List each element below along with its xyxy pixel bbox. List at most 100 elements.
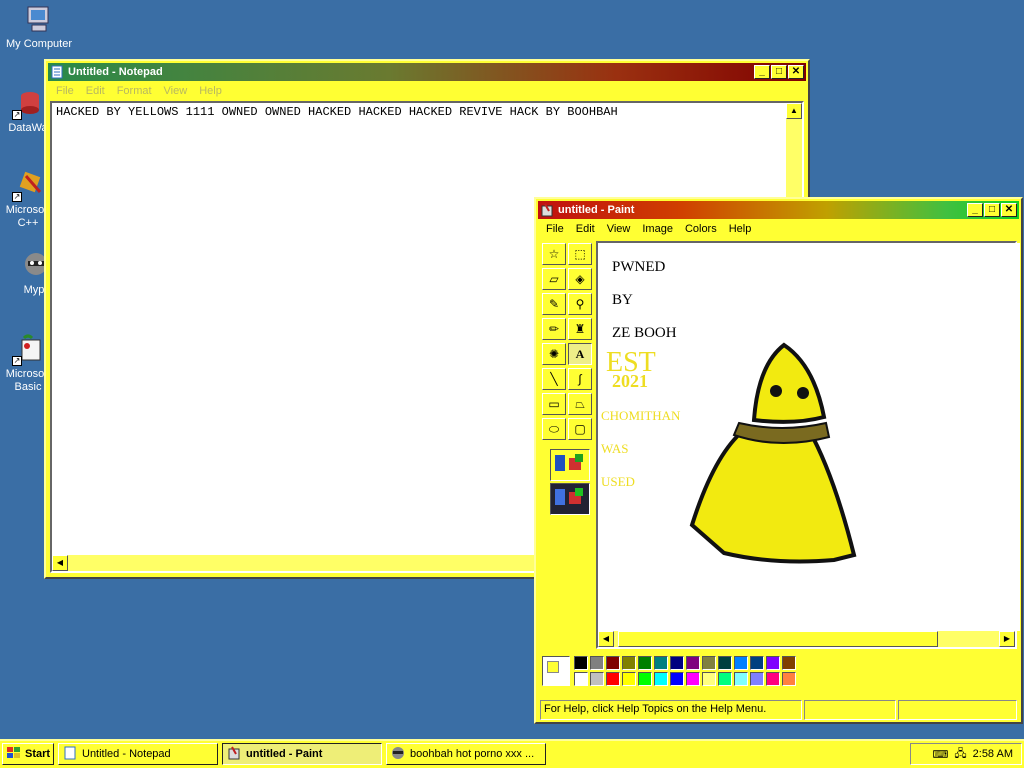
magnifier-icon[interactable]: ⚲ bbox=[568, 293, 592, 315]
window-title: Untitled - Notepad bbox=[68, 66, 163, 78]
color-swatch[interactable] bbox=[574, 672, 588, 686]
menu-format[interactable]: Format bbox=[111, 85, 158, 97]
canvas-text-ze-booh: ZE BOOH bbox=[612, 325, 677, 341]
transparent-option-icon[interactable] bbox=[550, 449, 590, 481]
free-select-icon[interactable]: ☆ bbox=[542, 243, 566, 265]
menu-file[interactable]: File bbox=[50, 85, 80, 97]
paint-window[interactable]: untitled - Paint _ □ ✕ File Edit View Im… bbox=[534, 197, 1023, 724]
menu-help[interactable]: Help bbox=[193, 85, 228, 97]
menu-edit[interactable]: Edit bbox=[80, 85, 111, 97]
canvas-viewport[interactable]: PWNED BY ZE BOOH EST 2021 CHOMITHAN WAS … bbox=[596, 241, 1020, 649]
color-swatch[interactable] bbox=[622, 672, 636, 686]
color-swatch[interactable] bbox=[670, 672, 684, 686]
polygon-icon[interactable]: ⏢ bbox=[568, 393, 592, 415]
text-tool-icon[interactable]: A bbox=[568, 343, 592, 365]
color-swatch[interactable] bbox=[638, 672, 652, 686]
pencil-icon[interactable]: ✏ bbox=[542, 318, 566, 340]
minimize-button[interactable]: _ bbox=[967, 203, 983, 217]
horizontal-scrollbar[interactable]: ◀ ▶ bbox=[598, 631, 1015, 647]
color-swatch[interactable] bbox=[782, 656, 796, 670]
menu-image[interactable]: Image bbox=[636, 223, 679, 235]
color-swatch[interactable] bbox=[686, 672, 700, 686]
color-swatch[interactable] bbox=[702, 656, 716, 670]
clock[interactable]: 2:58 AM bbox=[973, 748, 1013, 760]
color-swatch[interactable] bbox=[766, 672, 780, 686]
window-title: untitled - Paint bbox=[558, 204, 635, 216]
drawing-canvas[interactable]: PWNED BY ZE BOOH EST 2021 CHOMITHAN WAS … bbox=[598, 243, 1020, 631]
menu-edit[interactable]: Edit bbox=[570, 223, 601, 235]
canvas-text-pwned: PWNED bbox=[612, 259, 666, 275]
taskbar: Start Untitled - Notepad untitled - Pain… bbox=[0, 739, 1024, 768]
close-button[interactable]: ✕ bbox=[788, 65, 804, 79]
eraser-icon[interactable]: ▱ bbox=[542, 268, 566, 290]
opaque-option-icon[interactable] bbox=[550, 483, 590, 515]
character-body bbox=[689, 428, 857, 564]
color-swatch[interactable] bbox=[718, 672, 732, 686]
color-swatch[interactable] bbox=[590, 656, 604, 670]
close-button[interactable]: ✕ bbox=[1001, 203, 1017, 217]
menu-view[interactable]: View bbox=[158, 85, 194, 97]
scroll-right-button[interactable]: ▶ bbox=[999, 631, 1015, 647]
color-swatch[interactable] bbox=[670, 656, 684, 670]
task-browser[interactable]: boohbah hot porno xxx ... bbox=[386, 743, 546, 765]
menu-help[interactable]: Help bbox=[723, 223, 758, 235]
brush-icon[interactable]: ♜ bbox=[568, 318, 592, 340]
color-swatch[interactable] bbox=[622, 656, 636, 670]
color-swatch[interactable] bbox=[638, 656, 652, 670]
scroll-left-button[interactable]: ◀ bbox=[598, 631, 614, 647]
color-picker-icon[interactable]: ✎ bbox=[542, 293, 566, 315]
color-swatch[interactable] bbox=[574, 656, 588, 670]
start-button[interactable]: Start bbox=[2, 743, 54, 765]
rounded-rect-icon[interactable]: ▢ bbox=[568, 418, 592, 440]
keyboard-icon[interactable]: ⌨ bbox=[932, 748, 948, 761]
scroll-thumb[interactable] bbox=[618, 631, 938, 647]
ellipse-icon[interactable]: ⬭ bbox=[542, 418, 566, 440]
character-scarf bbox=[732, 421, 831, 444]
notepad-titlebar[interactable]: Untitled - Notepad _ □ ✕ bbox=[48, 63, 806, 81]
task-paint[interactable]: untitled - Paint bbox=[222, 743, 382, 765]
rect-select-icon[interactable]: ⬚ bbox=[568, 243, 592, 265]
airbrush-icon[interactable]: ✺ bbox=[542, 343, 566, 365]
notepad-content[interactable]: HACKED BY YELLOWS 1111 OWNED OWNED HACKE… bbox=[56, 105, 618, 119]
paint-statusbar: For Help, click Help Topics on the Help … bbox=[540, 700, 1017, 720]
color-swatch[interactable] bbox=[766, 656, 780, 670]
color-swatch[interactable] bbox=[734, 656, 748, 670]
color-swatch[interactable] bbox=[750, 672, 764, 686]
windows-logo-icon bbox=[6, 746, 22, 763]
line-icon[interactable]: ╲ bbox=[542, 368, 566, 390]
color-swatch[interactable] bbox=[750, 656, 764, 670]
canvas-text-was: WAS bbox=[601, 441, 629, 456]
task-notepad[interactable]: Untitled - Notepad bbox=[58, 743, 218, 765]
menu-view[interactable]: View bbox=[601, 223, 637, 235]
menu-colors[interactable]: Colors bbox=[679, 223, 723, 235]
desktop-icon-my-computer[interactable]: My Computer bbox=[6, 4, 73, 51]
color-swatch[interactable] bbox=[718, 656, 732, 670]
desktop-icon-label: My Computer bbox=[6, 38, 73, 50]
notepad-icon bbox=[50, 65, 64, 79]
minimize-button[interactable]: _ bbox=[754, 65, 770, 79]
maximize-button[interactable]: □ bbox=[984, 203, 1000, 217]
scroll-up-button[interactable]: ▲ bbox=[786, 103, 802, 119]
fill-bucket-icon[interactable]: ◈ bbox=[568, 268, 592, 290]
canvas-text-used: USED bbox=[601, 474, 635, 489]
curve-icon[interactable]: ∫ bbox=[568, 368, 592, 390]
color-swatch[interactable] bbox=[654, 656, 668, 670]
computer-icon bbox=[22, 4, 54, 36]
color-swatch[interactable] bbox=[590, 672, 604, 686]
color-swatch[interactable] bbox=[654, 672, 668, 686]
character-head bbox=[751, 342, 827, 424]
color-swatch[interactable] bbox=[782, 672, 796, 686]
color-swatch[interactable] bbox=[734, 672, 748, 686]
scroll-left-button[interactable]: ◀ bbox=[52, 555, 68, 571]
status-help-text: For Help, click Help Topics on the Help … bbox=[540, 700, 802, 720]
rectangle-icon[interactable]: ▭ bbox=[542, 393, 566, 415]
menu-file[interactable]: File bbox=[540, 223, 570, 235]
maximize-button[interactable]: □ bbox=[771, 65, 787, 79]
start-label: Start bbox=[25, 748, 51, 760]
color-swatch[interactable] bbox=[686, 656, 700, 670]
color-swatch[interactable] bbox=[606, 656, 620, 670]
network-icon[interactable]: 🖧 bbox=[954, 745, 966, 764]
color-swatch[interactable] bbox=[702, 672, 716, 686]
paint-titlebar[interactable]: untitled - Paint _ □ ✕ bbox=[538, 201, 1019, 219]
color-swatch[interactable] bbox=[606, 672, 620, 686]
